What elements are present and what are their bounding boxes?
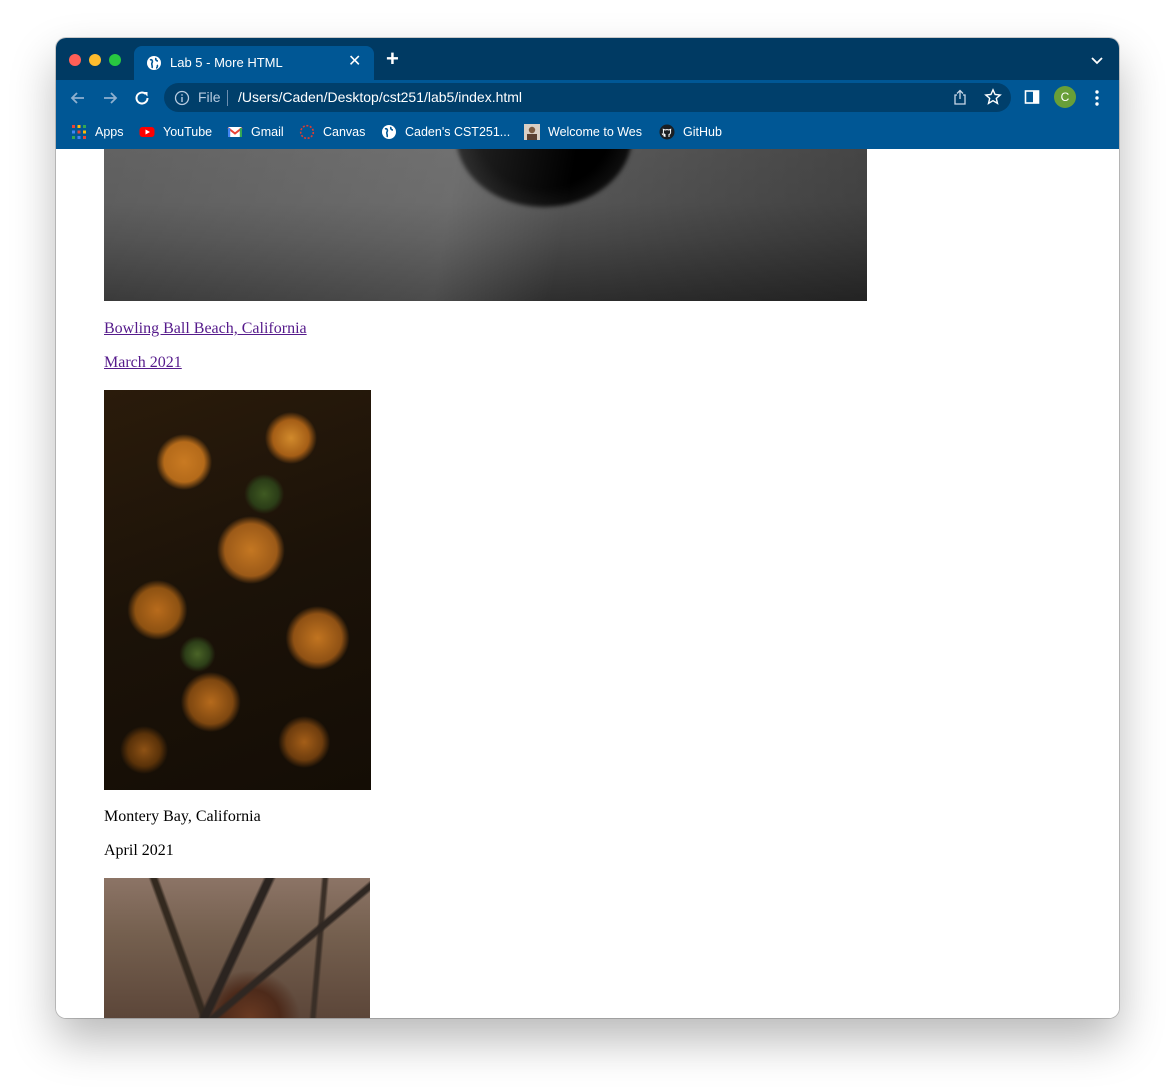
caption-date-link[interactable]: March 2021 [104, 354, 182, 372]
bookmark-label: Gmail [251, 125, 284, 139]
github-icon [659, 124, 675, 140]
bookmark-label: GitHub [683, 125, 722, 139]
chevron-down-icon[interactable] [1089, 52, 1105, 68]
bookmark-github[interactable]: GitHub [659, 115, 722, 149]
tab-close-button[interactable]: ✕ [348, 53, 361, 71]
window-close-button[interactable] [69, 54, 81, 66]
browser-window: Lab 5 - More HTML ✕ + File /Users/Caden/… [56, 38, 1119, 1018]
info-icon[interactable] [174, 90, 190, 106]
omnibox-divider [227, 90, 228, 106]
beach-photo [104, 149, 867, 301]
bookmark-cst251[interactable]: Caden's CST251... [381, 115, 510, 149]
bookmarks-bar: Apps YouTube Gmail Canvas Caden's CST251… [56, 115, 1119, 149]
caption-date: April 2021 [104, 842, 174, 859]
forward-arrow-icon[interactable] [100, 88, 120, 108]
more-menu-icon[interactable] [1094, 89, 1100, 107]
url-scheme-label: File [198, 89, 221, 105]
back-arrow-icon[interactable] [68, 88, 88, 108]
bookmark-canvas[interactable]: Canvas [299, 115, 365, 149]
page-content: Bowling Ball Beach, California March 202… [56, 149, 1119, 1018]
globe-icon [147, 56, 161, 70]
bookmark-welcome-to-wes[interactable]: Welcome to Wes [524, 115, 642, 149]
site-thumbnail-icon [524, 124, 540, 140]
bookmark-label: YouTube [163, 125, 213, 139]
url-text[interactable]: /Users/Caden/Desktop/cst251/lab5/index.h… [238, 89, 522, 105]
side-panel-icon[interactable] [1024, 89, 1040, 105]
tab-active[interactable]: Lab 5 - More HTML ✕ [134, 46, 374, 80]
bookmark-youtube[interactable]: YouTube [139, 115, 212, 149]
globe-icon [382, 125, 396, 139]
share-icon[interactable] [952, 89, 968, 106]
youtube-icon [139, 127, 155, 137]
bookmark-star-icon[interactable] [984, 88, 1002, 106]
canvas-icon [299, 124, 315, 140]
tab-strip: Lab 5 - More HTML ✕ + [56, 38, 1119, 80]
address-bar[interactable]: File /Users/Caden/Desktop/cst251/lab5/in… [164, 83, 1011, 112]
flowers-photo [104, 390, 371, 790]
bookmark-gmail[interactable]: Gmail [227, 115, 284, 149]
bookmark-label: Apps [95, 125, 124, 139]
tab-title: Lab 5 - More HTML [170, 55, 283, 70]
bookmark-label: Welcome to Wes [548, 125, 643, 139]
reload-icon[interactable] [132, 88, 152, 108]
photo-shading [104, 149, 867, 301]
caption-location: Montery Bay, California [104, 808, 261, 825]
bookmark-label: Canvas [323, 125, 366, 139]
gmail-icon [227, 127, 243, 137]
window-minimize-button[interactable] [89, 54, 101, 66]
toolbar: File /Users/Caden/Desktop/cst251/lab5/in… [56, 80, 1119, 115]
new-tab-button[interactable]: + [386, 48, 399, 70]
apps-grid-icon [72, 125, 86, 139]
caption-location-link[interactable]: Bowling Ball Beach, California [104, 320, 307, 338]
bird-photo [104, 878, 370, 1018]
window-zoom-button[interactable] [109, 54, 121, 66]
profile-avatar[interactable]: C [1054, 86, 1076, 108]
bookmark-apps[interactable]: Apps [71, 115, 124, 149]
bookmark-label: Caden's CST251... [405, 125, 511, 139]
